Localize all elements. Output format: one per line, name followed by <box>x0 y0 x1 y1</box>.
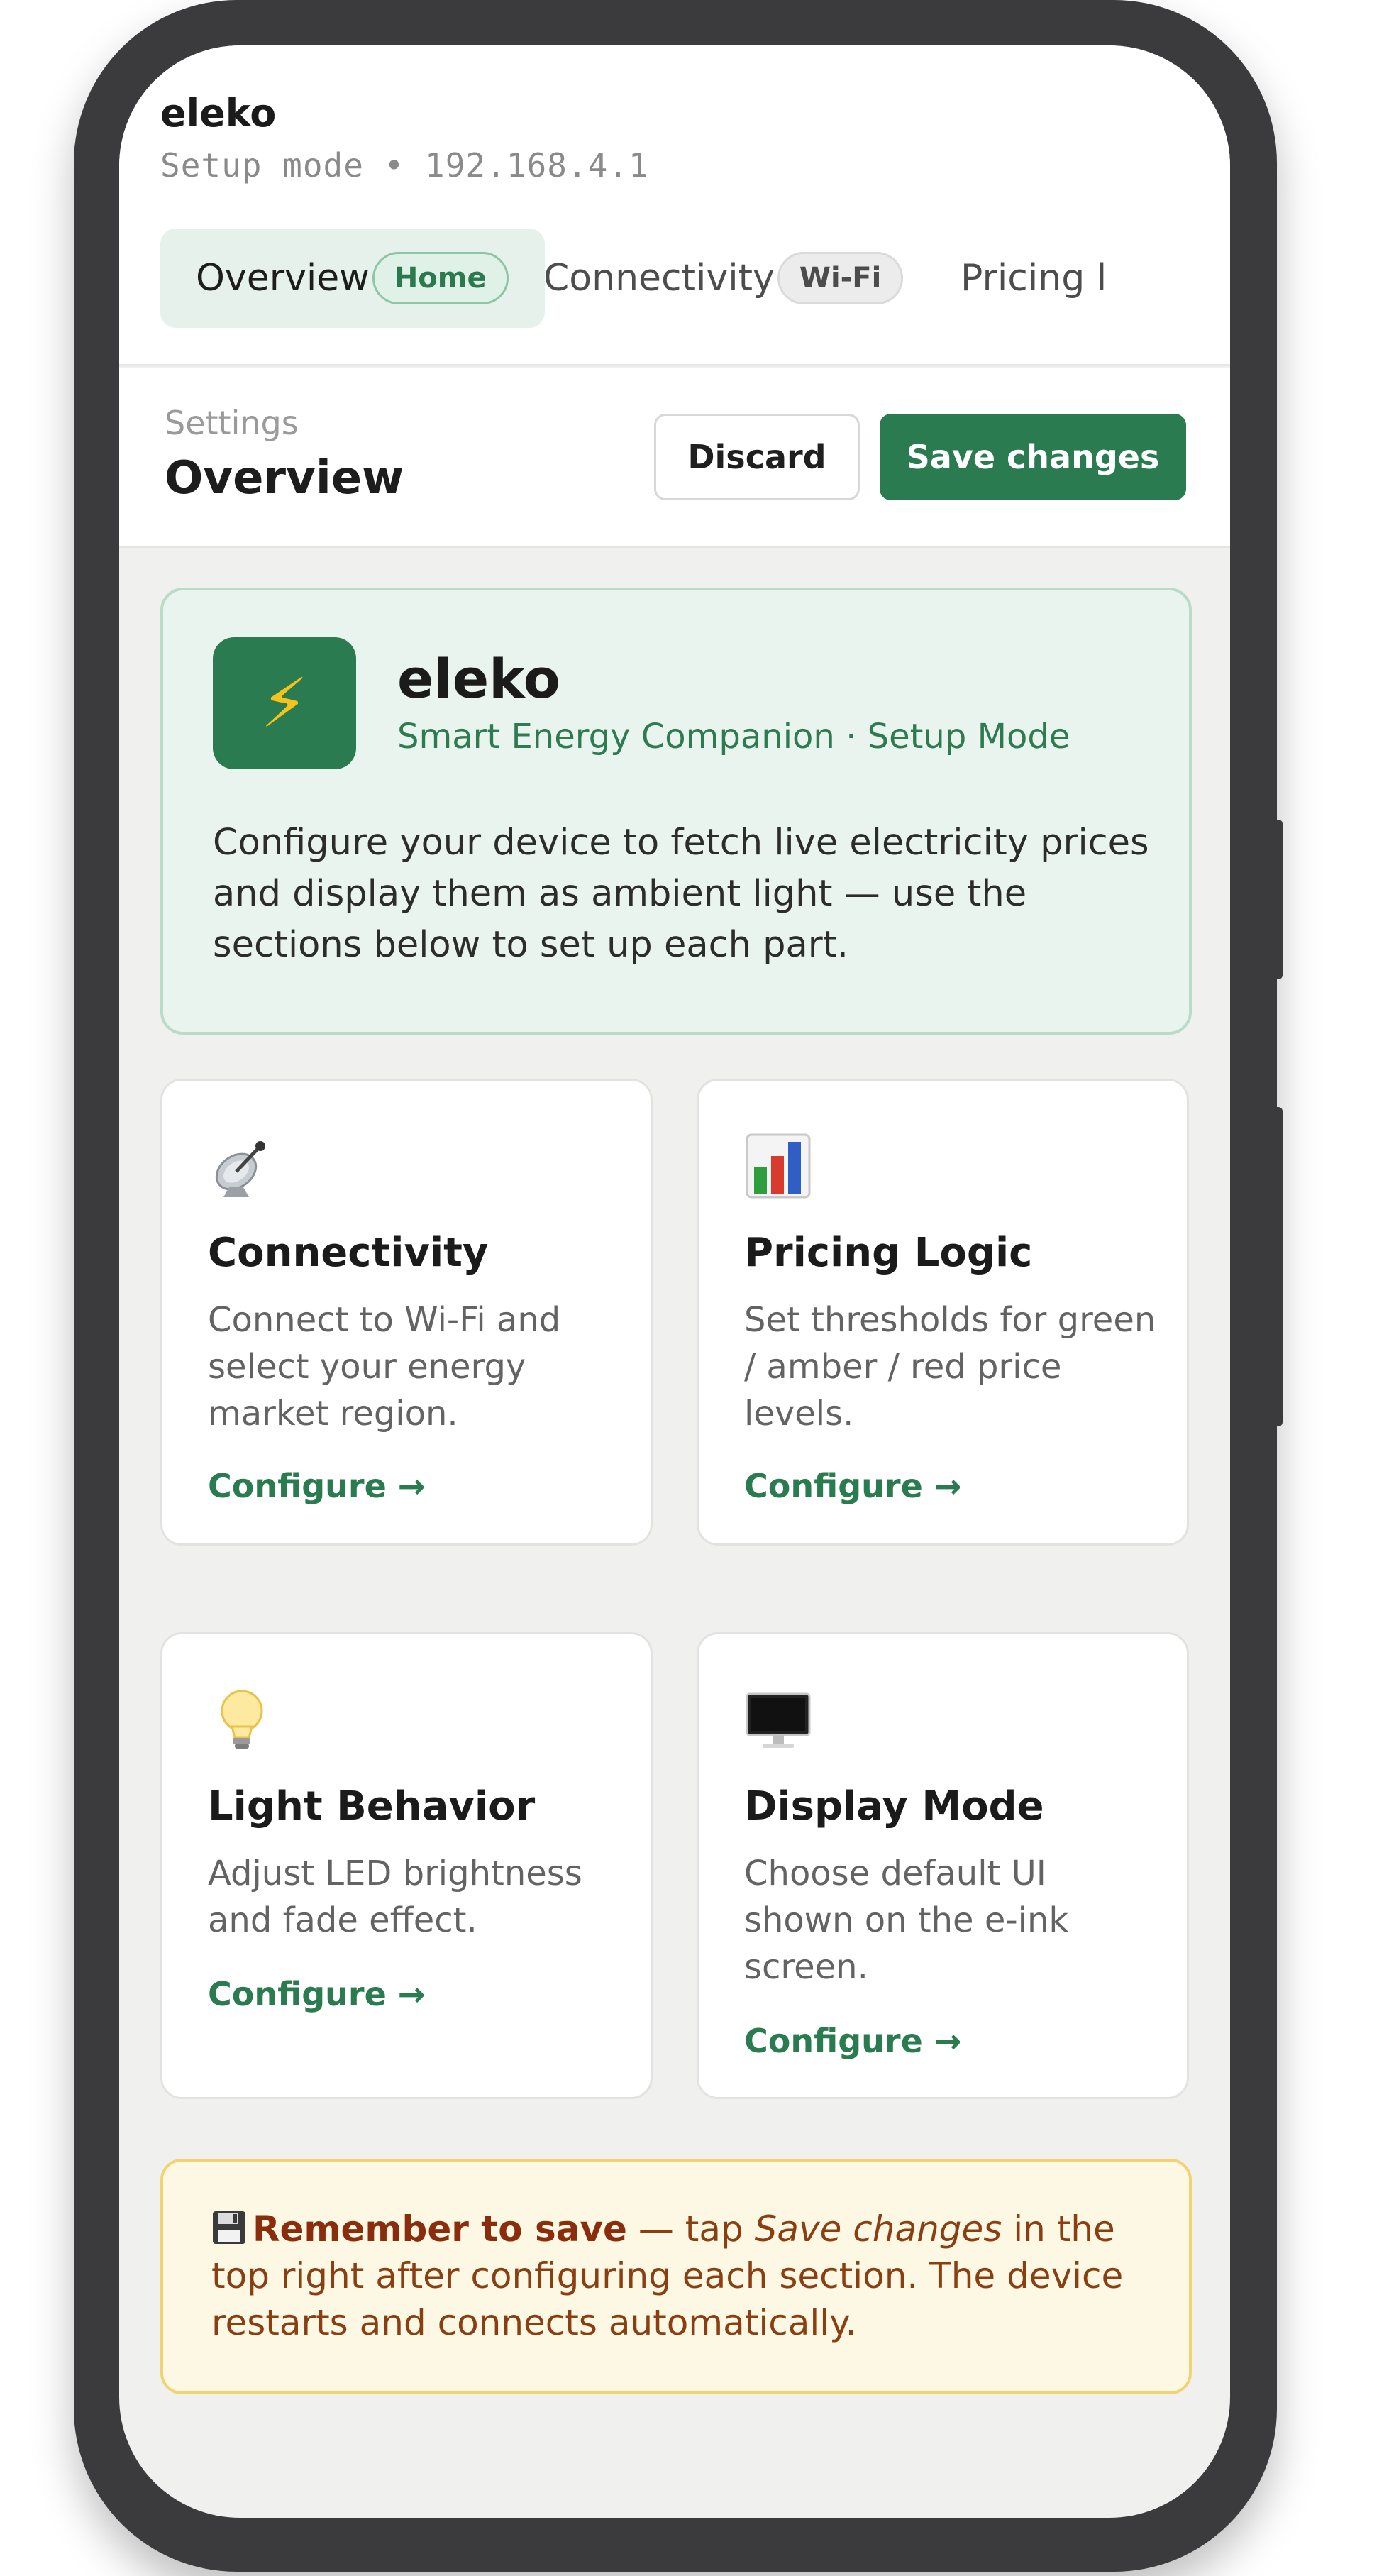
bar-chart-icon <box>746 1133 811 1199</box>
hero-title: eleko <box>397 647 560 710</box>
monitor-icon <box>746 1692 811 1748</box>
card-description: Adjust LED brightness and fade effect. <box>208 1854 582 1940</box>
configure-link[interactable]: Configure → <box>744 1467 961 1505</box>
reminder-text-before: — tap <box>626 2208 755 2250</box>
card-title: Light Behavior <box>208 1783 536 1829</box>
save-reminder: Remember to save — tap Save changes in t… <box>160 2159 1192 2394</box>
discard-button[interactable]: Discard <box>654 414 860 500</box>
card-title: Connectivity <box>208 1230 489 1276</box>
card-title: Pricing Logic <box>744 1230 1033 1276</box>
breadcrumb: Settings <box>165 404 299 442</box>
card-description: Choose default UI shown on the e-ink scr… <box>744 1854 1069 1987</box>
card-display-mode[interactable]: Display Mode Choose default UI shown on … <box>697 1632 1189 2099</box>
volume-button <box>1274 820 1283 979</box>
settings-bar: Settings Overview Discard Save changes <box>119 368 1230 548</box>
page-title: Overview <box>165 452 404 505</box>
hero-description: Configure your device to fetch live elec… <box>213 822 1149 966</box>
tab-connectivity[interactable]: Connectivity Wi-Fi <box>508 229 934 328</box>
reminder-text: Remember to save — tap Save changes in t… <box>211 2206 1155 2346</box>
setup-mode-line: Setup mode • 192.168.4.1 <box>160 146 649 185</box>
card-connectivity[interactable]: Connectivity Connect to Wi-Fi and select… <box>160 1079 653 1546</box>
configure-link[interactable]: Configure → <box>208 1975 425 2013</box>
hero-card: ⚡ eleko Smart Energy Companion · Setup M… <box>160 588 1192 1035</box>
configure-link[interactable]: Configure → <box>208 1467 425 1505</box>
tab-pricing[interactable]: Pricing l <box>925 229 1223 328</box>
card-light-behavior[interactable]: Light Behavior Adjust LED brightness and… <box>160 1632 653 2099</box>
tab-badge-home: Home <box>372 252 509 304</box>
lightning-bolt-icon: ⚡ <box>213 637 356 769</box>
app-brand: eleko <box>160 91 277 136</box>
floppy-disk-icon <box>213 2211 245 2244</box>
light-bulb-icon <box>221 1690 263 1749</box>
tab-label: Connectivity <box>543 257 775 299</box>
card-description: Connect to Wi-Fi and select your energy … <box>208 1300 561 1433</box>
power-button <box>1274 1107 1283 1426</box>
card-description: Set thresholds for green / amber / red p… <box>744 1300 1156 1433</box>
hero-subtitle: Smart Energy Companion · Setup Mode <box>397 717 1070 756</box>
tab-label: Pricing l <box>961 257 1107 299</box>
configure-link[interactable]: Configure → <box>744 2022 961 2060</box>
save-changes-button[interactable]: Save changes <box>880 414 1186 500</box>
card-title: Display Mode <box>744 1783 1044 1829</box>
screen: eleko Setup mode • 192.168.4.1 Overview … <box>119 45 1230 2518</box>
app-header: eleko Setup mode • 192.168.4.1 Overview … <box>119 45 1230 366</box>
tab-label: Overview <box>196 257 370 299</box>
reminder-emphasis: Save changes <box>754 2208 1002 2250</box>
tab-badge-wifi: Wi-Fi <box>777 252 904 304</box>
satellite-dish-icon <box>215 1141 265 1197</box>
reminder-strong: Remember to save <box>253 2208 627 2250</box>
card-pricing-logic[interactable]: Pricing Logic Set thresholds for green /… <box>697 1079 1189 1546</box>
tab-overview[interactable]: Overview Home <box>160 229 545 328</box>
tab-bar: Overview Home Connectivity Wi-Fi Pricing… <box>160 229 1230 328</box>
